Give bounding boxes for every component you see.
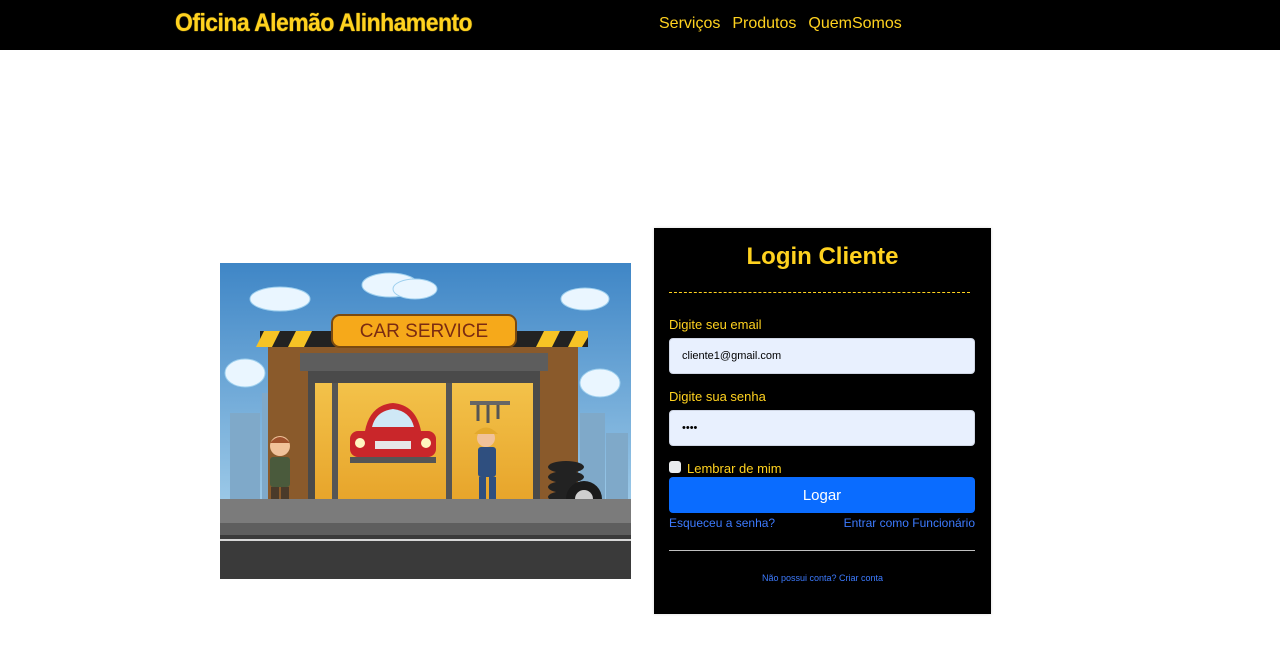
main-nav: Serviços Produtos QuemSomos	[659, 15, 902, 33]
employee-login-link[interactable]: Entrar como Funcionário	[844, 516, 975, 530]
nav-link-produtos[interactable]: Produtos	[732, 15, 796, 33]
brand-logo-text[interactable]: Oficina Alemão Alinhamento	[175, 9, 473, 38]
top-navbar: Oficina Alemão Alinhamento Serviços Prod…	[0, 0, 1280, 50]
nav-link-quemsomos[interactable]: QuemSomos	[808, 15, 901, 33]
title-divider	[669, 292, 970, 293]
password-label: Digite sua senha	[669, 389, 766, 404]
remember-me-checkbox[interactable]	[669, 461, 681, 473]
login-button[interactable]: Logar	[669, 477, 975, 513]
email-input[interactable]	[669, 338, 975, 374]
login-title: Login Cliente	[746, 243, 899, 270]
car-service-illustration: CAR SERVICE	[220, 263, 631, 579]
car-service-sign-text: CAR SERVICE	[360, 321, 488, 342]
remember-me-label: Lembrar de mim	[687, 461, 782, 476]
password-input[interactable]	[669, 410, 975, 446]
card-divider	[669, 550, 975, 551]
forgot-password-link[interactable]: Esqueceu a senha?	[669, 516, 775, 530]
login-card: Login Cliente Digite seu email Digite su…	[654, 228, 991, 614]
nav-link-servicos[interactable]: Serviços	[659, 15, 720, 33]
create-account-link[interactable]: Não possui conta? Criar conta	[654, 573, 991, 583]
email-label: Digite seu email	[669, 317, 762, 332]
